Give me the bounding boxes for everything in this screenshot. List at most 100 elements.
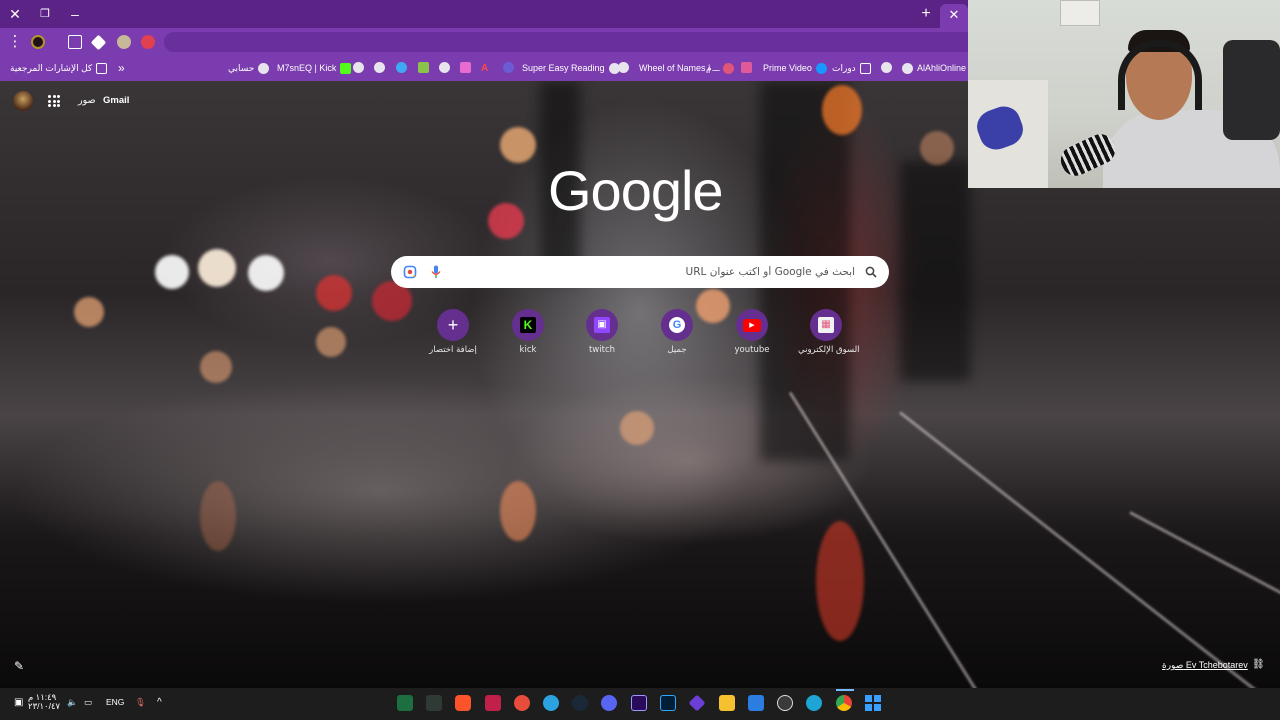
bookmark-item[interactable]: حسابي: [228, 61, 270, 75]
store-icon: ▦: [810, 309, 842, 341]
all-bookmarks-button[interactable]: كل الإشارات المرجعية: [10, 61, 108, 75]
language-indicator[interactable]: ENG: [106, 697, 124, 707]
shortcut-add[interactable]: + إضافة اختصار: [425, 309, 481, 355]
bookmark-globe-icon[interactable]: [881, 62, 892, 73]
search-input[interactable]: [451, 256, 855, 288]
bookmark-edge-icon[interactable]: [396, 62, 407, 73]
air-conditioner: [1060, 0, 1100, 26]
chrome-menu-button[interactable]: ⋮: [4, 32, 26, 52]
excel-taskbar-icon[interactable]: [397, 695, 413, 711]
clock-date: ٢٣/١٠/٤٧: [28, 701, 61, 711]
file-explorer-taskbar-icon[interactable]: [719, 695, 735, 711]
plus-icon: +: [437, 309, 469, 341]
notification-icon[interactable]: ▣: [14, 697, 23, 708]
bookmark-globe-icon[interactable]: [618, 62, 629, 73]
bookmark-download-icon[interactable]: [418, 62, 429, 73]
screen: ✕ ❐ – + ✕ ⋮ كل الإشارات المرجعية » حسابي…: [0, 0, 1280, 720]
close-window-button[interactable]: ✕: [4, 4, 26, 24]
chrome-taskbar-icon[interactable]: [836, 695, 852, 711]
microphone-tray-icon[interactable]: 🎙: [135, 697, 146, 708]
extensions-icon[interactable]: [68, 35, 82, 49]
tab-close-icon[interactable]: ✕: [949, 7, 960, 22]
extension-heart-icon[interactable]: [141, 35, 155, 49]
globe-icon: [258, 62, 270, 74]
network-icon[interactable]: ▭: [84, 697, 92, 708]
shortcut-twitch[interactable]: ▣ twitch: [574, 309, 630, 355]
bookmarks-overflow-button[interactable]: »: [118, 61, 125, 75]
clock[interactable]: ١١:٤٩ م ٢٣/١٠/٤٧: [28, 693, 60, 711]
prime-video-icon: [815, 62, 827, 74]
google-icon: G: [661, 309, 693, 341]
bookmark-image-icon[interactable]: [460, 62, 471, 73]
bookmark-item[interactable]: م...: [706, 61, 735, 75]
shortcut-label: إضافة اختصار: [429, 345, 477, 355]
discord-taskbar-icon[interactable]: [601, 695, 617, 711]
show-hidden-icons-chevron[interactable]: ^: [157, 697, 162, 708]
tab-new-tab[interactable]: ✕: [940, 4, 968, 28]
bookmark-item[interactable]: Super Easy Reading: [522, 61, 620, 75]
bookmark-label: Prime Video: [763, 63, 812, 73]
folder-icon: [96, 62, 108, 74]
google-lens-icon[interactable]: [403, 265, 417, 279]
google-apps-icon[interactable]: [48, 95, 60, 107]
extension-face-icon[interactable]: [117, 35, 131, 49]
obs-taskbar-icon[interactable]: [777, 695, 793, 711]
photo-credit-link[interactable]: صورة Ev Tchebotarev: [1162, 660, 1248, 671]
bookmark-label: دورات: [832, 63, 856, 73]
bookmark-globe-icon[interactable]: [439, 62, 450, 73]
bookmark-label: M7snEQ | Kick: [277, 63, 337, 73]
search-box[interactable]: [391, 256, 889, 288]
window-title-bar: ✕ ❐ – +: [0, 0, 968, 28]
bookmark-reading-icon[interactable]: [503, 62, 514, 73]
photoshop-taskbar-icon[interactable]: [660, 695, 676, 711]
shortcut-label: twitch: [588, 345, 616, 355]
shortcut-kick[interactable]: K kick: [500, 309, 556, 355]
google-logo: Google: [548, 159, 724, 222]
edge-taskbar-icon[interactable]: [806, 695, 822, 711]
bookmark-pink-icon[interactable]: [741, 62, 752, 73]
gmail-link[interactable]: Gmail: [103, 95, 129, 106]
volume-icon[interactable]: 🔈: [67, 697, 78, 708]
steam-taskbar-icon[interactable]: [572, 695, 588, 711]
windows-start-icon[interactable]: [865, 695, 881, 711]
kick-icon: K: [512, 309, 544, 341]
shortcut-label: kick: [519, 345, 537, 355]
youtube-icon: ▶: [736, 309, 768, 341]
bookmark-folder[interactable]: دورات: [832, 61, 871, 75]
twitch-icon: ▣: [586, 309, 618, 341]
minimize-window-button[interactable]: –: [64, 4, 86, 24]
bookmark-item[interactable]: Prime Video: [763, 61, 827, 75]
address-bar[interactable]: [164, 32, 968, 52]
bookmark-item[interactable]: M7snEQ | Kick: [277, 61, 352, 75]
folder-icon: [859, 62, 871, 74]
telegram-taskbar-icon[interactable]: [543, 695, 559, 711]
bookmark-item[interactable]: AlAhliOnline: [902, 61, 966, 75]
bookmark-a-icon[interactable]: A: [481, 62, 488, 76]
shortcut-label: youtube: [734, 345, 770, 355]
shortcut-store[interactable]: ▦ السوق الإلكتروني: [798, 309, 860, 355]
affinity-taskbar-icon[interactable]: [485, 695, 501, 711]
premiere-taskbar-icon[interactable]: [631, 695, 647, 711]
app-taskbar-icon[interactable]: [514, 695, 530, 711]
kick-icon: [340, 62, 352, 74]
terminal-taskbar-icon[interactable]: [426, 695, 442, 711]
microphone-icon[interactable]: [431, 265, 441, 279]
bookmark-label: Super Easy Reading: [522, 63, 605, 73]
shortcut-google[interactable]: G جميل: [649, 309, 705, 355]
images-link[interactable]: صور: [78, 95, 96, 106]
bookmark-globe-icon[interactable]: [353, 62, 364, 73]
headset-icon: [1118, 40, 1202, 110]
customize-chrome-pencil-icon[interactable]: ✎: [14, 659, 24, 673]
brave-taskbar-icon[interactable]: [455, 695, 471, 711]
gaming-chair: [1223, 40, 1280, 140]
search-icon: [865, 266, 877, 278]
bookmark-globe-icon[interactable]: [374, 62, 385, 73]
google-account-avatar[interactable]: [13, 91, 33, 111]
restore-window-button[interactable]: ❐: [34, 4, 56, 24]
shortcut-youtube[interactable]: ▶ youtube: [724, 309, 780, 355]
shortcut-label: جميل: [667, 345, 687, 355]
bookmark-label: حسابي: [228, 63, 255, 73]
store-taskbar-icon[interactable]: [748, 695, 764, 711]
profile-avatar-icon[interactable]: [31, 35, 45, 49]
new-tab-button[interactable]: +: [915, 4, 937, 24]
